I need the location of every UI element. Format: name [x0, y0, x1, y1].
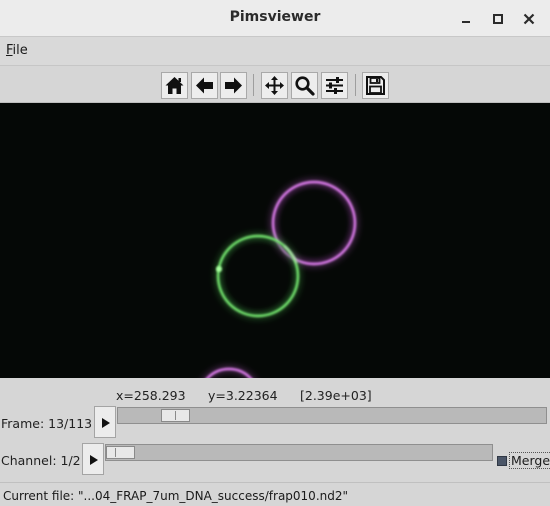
configure-subplots-button[interactable]	[321, 72, 348, 99]
cursor-y-readout: y=3.22364	[208, 388, 278, 403]
pan-button[interactable]	[261, 72, 288, 99]
minimize-button[interactable]	[455, 8, 477, 30]
merge-label[interactable]: Merge	[509, 452, 550, 469]
close-button[interactable]	[518, 8, 540, 30]
forward-arrow-icon	[225, 77, 242, 94]
channel-slider-handle[interactable]	[106, 446, 135, 459]
back-arrow-icon	[196, 77, 213, 94]
channel-value: 1/2	[60, 453, 81, 468]
configure-subplots-icon	[326, 77, 343, 94]
toolbar	[0, 66, 550, 103]
home-button[interactable]	[161, 72, 188, 99]
menu-file[interactable]: File	[6, 43, 28, 58]
frame-play-button[interactable]	[94, 406, 116, 438]
current-file-status: Current file: "...04_FRAP_7um_DNA_succes…	[3, 489, 349, 503]
maximize-icon	[493, 14, 503, 24]
frame-label: Frame: 13/113	[1, 416, 92, 431]
menu-file-label: ile	[12, 43, 28, 58]
toolbar-separator	[253, 74, 254, 96]
channel-label: Channel: 1/2	[1, 453, 81, 468]
frame-value: 13/113	[48, 416, 93, 431]
channel-play-button[interactable]	[82, 443, 104, 475]
pixel-value-readout: [2.39e+03]	[300, 388, 372, 403]
toolbar-separator	[355, 74, 356, 96]
forward-button[interactable]	[220, 72, 247, 99]
channel-label-text: Channel:	[1, 453, 57, 468]
home-icon	[165, 77, 184, 94]
frame-slider-handle[interactable]	[161, 409, 190, 422]
merge-checkbox[interactable]	[497, 456, 507, 466]
pan-icon	[265, 76, 284, 95]
frame-label-text: Frame:	[1, 416, 45, 431]
back-button[interactable]	[191, 72, 218, 99]
microscopy-image	[0, 103, 550, 378]
zoom-button[interactable]	[291, 72, 318, 99]
minimize-icon	[462, 21, 470, 23]
save-icon	[366, 76, 385, 95]
cursor-x-readout: x=258.293	[116, 388, 186, 403]
close-icon	[523, 13, 535, 25]
image-canvas[interactable]	[0, 103, 550, 378]
save-button[interactable]	[362, 72, 389, 99]
maximize-button[interactable]	[487, 8, 509, 30]
channel-slider[interactable]	[105, 444, 493, 461]
frame-slider[interactable]	[117, 407, 547, 424]
status-bar: Current file: "...04_FRAP_7um_DNA_succes…	[0, 482, 550, 506]
zoom-icon	[295, 76, 315, 96]
menu-bar: File	[0, 37, 550, 66]
title-bar: Pimsviewer	[0, 0, 550, 37]
